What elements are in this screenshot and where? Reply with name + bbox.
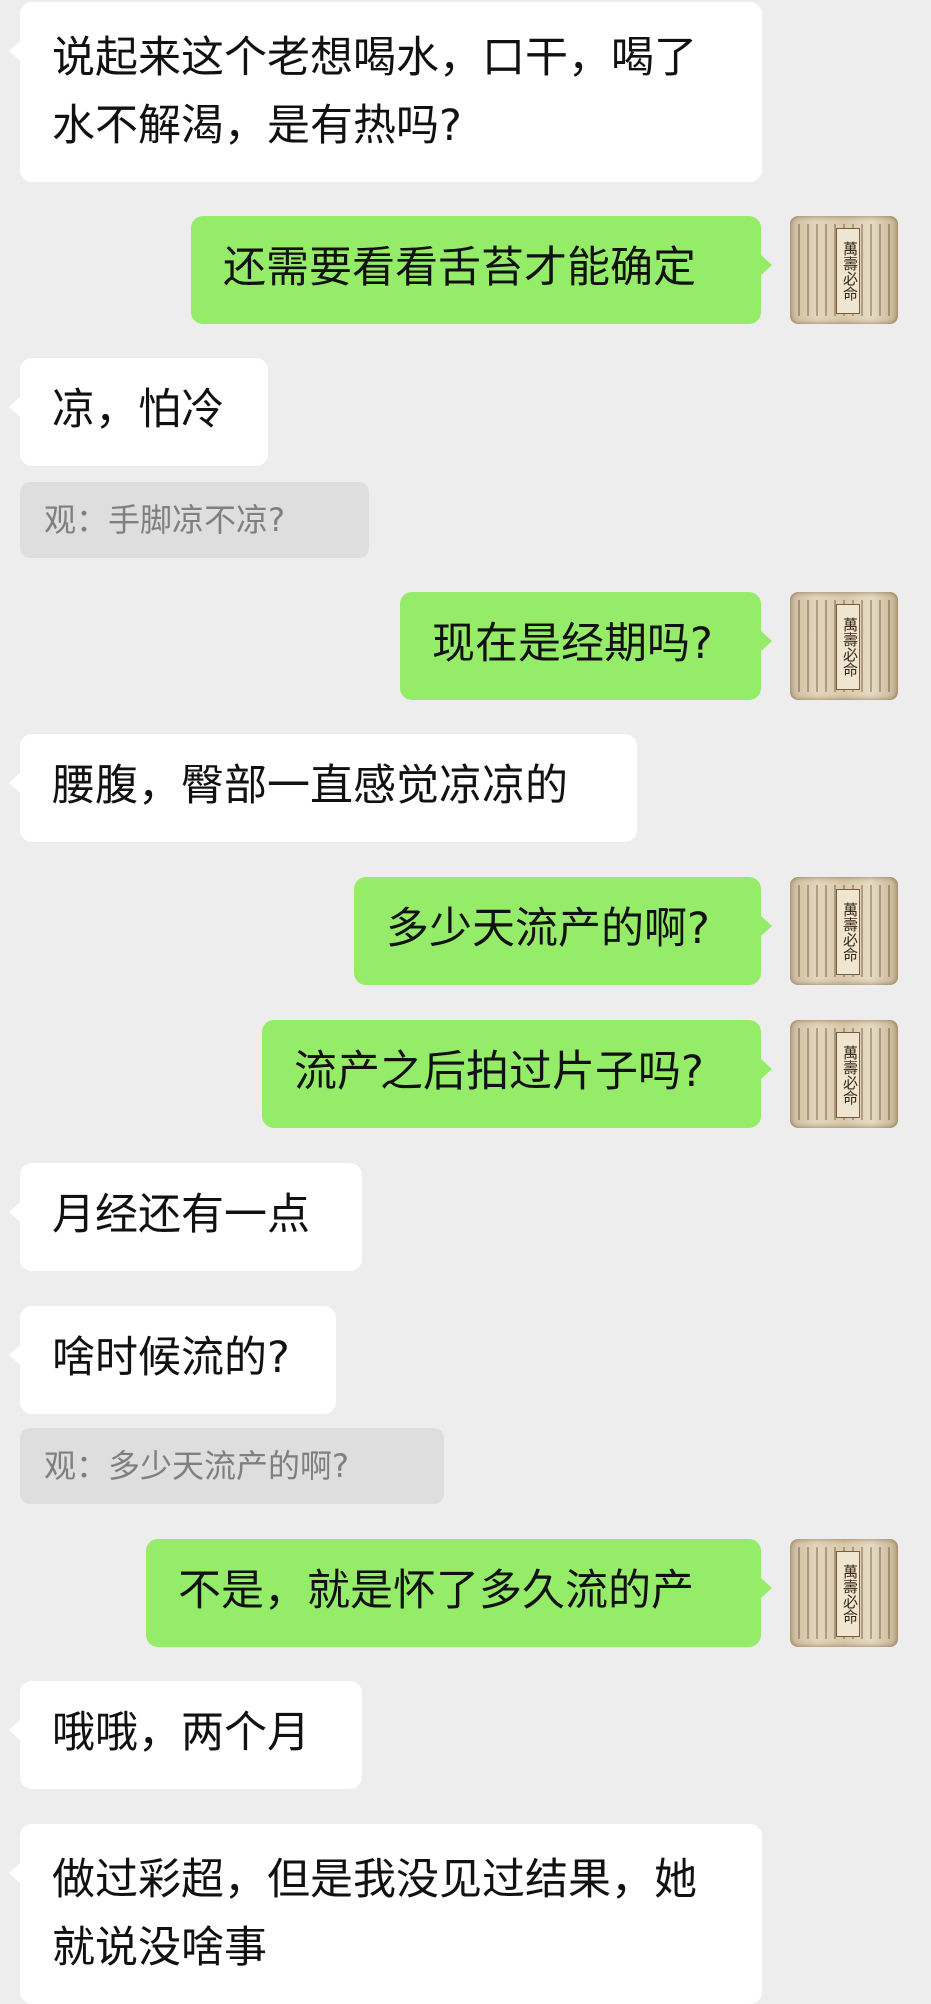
book-cover-avatar-icon: 萬壽必命 [836,1032,860,1118]
quoted-message[interactable]: 观：手脚凉不凉? [20,482,369,558]
book-cover-avatar-icon: 萬壽必命 [836,604,860,690]
message-bubble[interactable]: 月经还有一点 [9,1163,362,1271]
user-avatar[interactable]: 萬壽必命 [790,877,898,985]
message-bubble[interactable]: 还需要看看舌苔才能确定 [191,216,772,324]
message-bubble[interactable]: 现在是经期吗? [400,592,772,700]
message-bubble[interactable]: 腰腹，臀部一直感觉凉凉的 [9,734,637,842]
message-bubble[interactable]: 哦哦，两个月 [9,1681,362,1789]
message-bubble[interactable]: 做过彩超，但是我没见过结果，她 就说没啥事 [9,1824,762,2004]
message-bubble[interactable]: 不是，就是怀了多久流的产 [146,1539,772,1647]
book-cover-avatar-icon: 萬壽必命 [836,1551,860,1637]
message-bubble[interactable]: 多少天流产的啊? [354,877,772,985]
user-avatar[interactable]: 萬壽必命 [790,216,898,324]
book-cover-avatar-icon: 萬壽必命 [836,228,860,314]
message-bubble[interactable]: 流产之后拍过片子吗? [262,1020,772,1128]
user-avatar[interactable]: 萬壽必命 [790,592,898,700]
book-cover-avatar-icon: 萬壽必命 [836,889,860,975]
user-avatar[interactable]: 萬壽必命 [790,1539,898,1647]
quoted-message[interactable]: 观：多少天流产的啊? [20,1428,444,1504]
message-bubble[interactable]: 啥时候流的? [9,1306,336,1414]
message-bubble[interactable]: 凉，怕冷 [9,358,268,466]
message-bubble[interactable]: 说起来这个老想喝水，口干，喝了 水不解渴，是有热吗? [9,2,762,182]
user-avatar[interactable]: 萬壽必命 [790,1020,898,1128]
